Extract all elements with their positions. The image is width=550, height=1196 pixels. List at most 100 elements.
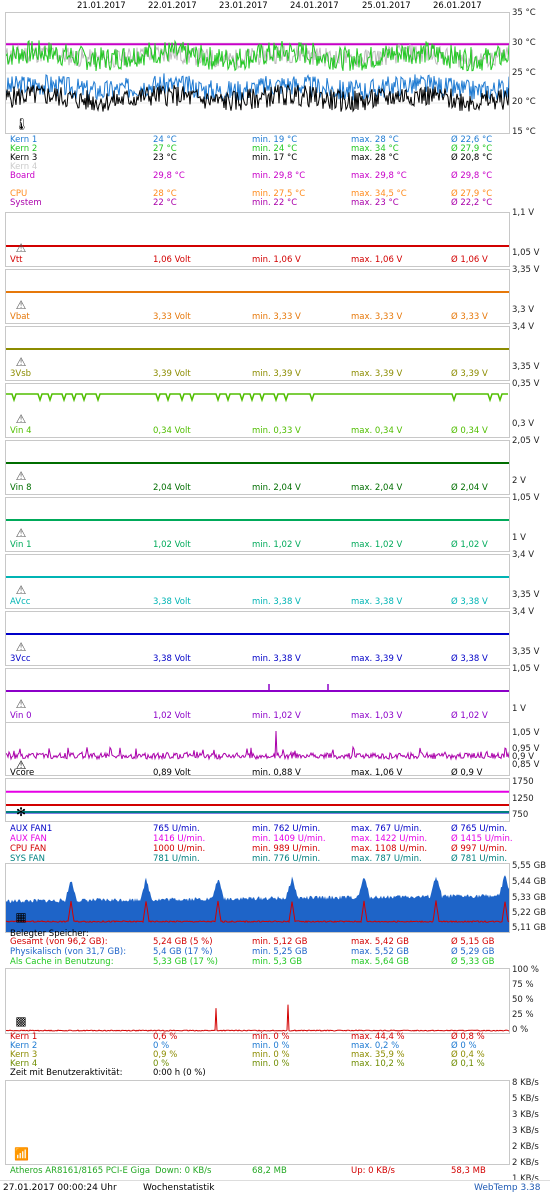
voltage-icon: ⚠: [15, 526, 27, 540]
fan-name: AUX FAN: [10, 834, 47, 844]
voltage-avg: Ø 1,06 V: [451, 255, 488, 265]
network-axis-label: 2 KB/s: [512, 1158, 539, 1168]
temp-axis-label: 20 °C: [512, 97, 536, 107]
memory-axis-label: 5,22 GB: [512, 908, 547, 918]
memory-chart: ▦: [5, 863, 510, 933]
voltage-avg: Ø 3,38 V: [451, 654, 488, 664]
cpu-axis-label: 75 %: [512, 980, 534, 990]
voltage-min: min. 3,38 V: [252, 597, 301, 607]
voltage-cur: 3,33 Volt: [153, 312, 191, 322]
voltage-cur: 1,02 Volt: [153, 540, 191, 550]
network-up-total: 58,3 MB: [451, 1166, 486, 1176]
voltage-cur: 3,39 Volt: [153, 369, 191, 379]
voltage-min: min. 1,06 V: [252, 255, 301, 265]
memory-avg: Ø 5,29 GB: [451, 947, 495, 957]
voltage-min: min. 0,33 V: [252, 426, 301, 436]
network-adapter: Atheros AR8161/8165 PCI-E Giga: [10, 1166, 151, 1176]
voltage-icon: ⚠: [15, 355, 27, 369]
fan-avg: Ø 765 U/min.: [451, 824, 508, 834]
voltage-name: 3Vcc: [10, 654, 31, 664]
voltage-max: max. 1,06 V: [351, 255, 403, 265]
memory-axis-label: 5,55 GB: [512, 861, 547, 871]
voltage-axis-label: 1 V: [512, 533, 526, 543]
network-down: Down: 0 KB/s: [155, 1166, 212, 1176]
temperature-chart: 🌡: [5, 12, 510, 134]
voltage-min: min. 1,02 V: [252, 711, 301, 721]
vcore-series-line: [6, 730, 509, 761]
vcore-avg: Ø 0,9 V: [451, 768, 483, 778]
fan-max: max. 1422 U/min.: [351, 834, 428, 844]
fan-axis-label: 1750: [512, 777, 534, 787]
voltage-cur: 2,04 Volt: [153, 483, 191, 493]
memory-min: min. 5,12 GB: [252, 937, 308, 947]
cpu-load-chart: ▩: [5, 968, 510, 1034]
voltage-min: min. 3,38 V: [252, 654, 301, 664]
voltage-axis-label: 1,05 V: [512, 248, 540, 258]
footer-timestamp: 27.01.2017 00:00:24 Uhr: [3, 1183, 117, 1193]
memory-cur: 5,33 GB (17 %): [153, 957, 218, 967]
fan-min: min. 1409 U/min.: [252, 834, 326, 844]
voltage-cur: 1,06 Volt: [153, 255, 191, 265]
memory-physical-area: [6, 875, 509, 932]
voltage-icon: ⚠: [15, 298, 27, 312]
memory-axis-label: 5,33 GB: [512, 893, 547, 903]
fan-min: min. 989 U/min.: [252, 844, 321, 854]
voltage-name: Vin 1: [10, 540, 32, 550]
memory-name: Gesamt (von 96,2 GB):: [10, 937, 108, 947]
temp-max: max. 28 °C: [351, 153, 399, 163]
webtemp-version-link[interactable]: WebTemp 3.38: [474, 1183, 541, 1193]
network-axis-label: 5 KB/s: [512, 1094, 539, 1104]
date-header: 21.01.2017 22.01.2017 23.01.2017 24.01.2…: [0, 0, 550, 12]
voltage-avg: Ø 3,38 V: [451, 597, 488, 607]
voltage-name: Vtt: [10, 255, 23, 265]
footer-bar: 27.01.2017 00:00:24 Uhr Wochenstatistik …: [0, 1180, 550, 1196]
temp-cur: 22 °C: [153, 198, 177, 208]
voltage-axis-label: 3,4 V: [512, 550, 535, 560]
memory-avg: Ø 5,33 GB: [451, 957, 495, 967]
voltage-max: max. 3,39 V: [351, 369, 403, 379]
network-up: Up: 0 KB/s: [351, 1166, 395, 1176]
voltage-cur: 3,38 Volt: [153, 597, 191, 607]
temp-avg: Ø 22,2 °C: [451, 198, 493, 208]
vcore-name: Vcore: [10, 768, 35, 778]
voltage-name: 3Vsb: [10, 369, 32, 379]
voltage-axis-label: 1 V: [512, 704, 526, 714]
voltage-series-line: [6, 393, 508, 403]
temp-name: System: [10, 198, 42, 208]
network-antenna-icon: 📶: [14, 1147, 29, 1161]
memory-axis-label: 5,44 GB: [512, 877, 547, 887]
voltage-min: min. 1,02 V: [252, 540, 301, 550]
temp-min: min. 29,8 °C: [252, 171, 306, 181]
voltage-max: max. 1,02 V: [351, 540, 403, 550]
voltage-axis-label: 0,35 V: [512, 379, 540, 389]
voltage-axis-label: 1,1 V: [512, 208, 535, 218]
cpu-axis-label: 100 %: [512, 965, 540, 975]
cpu-kern1-line: [6, 1004, 509, 1032]
fan-axis-label: 1250: [512, 794, 534, 804]
voltage-name: Vbat: [10, 312, 30, 322]
memory-name: Physikalisch (von 31,7 GB):: [10, 947, 127, 957]
voltage-axis-label: 0,3 V: [512, 419, 535, 429]
fan-icon: ✻: [15, 805, 27, 819]
voltage-axis-label: 2 V: [512, 476, 526, 486]
voltage-avg: Ø 1,02 V: [451, 540, 488, 550]
temp-axis-label: 30 °C: [512, 38, 536, 48]
fan-min: min. 762 U/min.: [252, 824, 321, 834]
footer-period-label: Wochenstatistik: [143, 1183, 215, 1193]
thermometer-icon: 🌡: [14, 117, 30, 131]
network-axis-label: 3 KB/s: [512, 1126, 539, 1136]
voltage-axis-label: 3,35 V: [512, 647, 540, 657]
cpu-chip-icon: ▩: [15, 1014, 27, 1028]
fan-axis-label: 750: [512, 810, 529, 820]
voltage-axis-label: 2,05 V: [512, 436, 540, 446]
temp-axis-label: 35 °C: [512, 8, 536, 18]
date-label: 25.01.2017: [362, 1, 411, 11]
temp-avg: Ø 20,8 °C: [451, 153, 493, 163]
voltage-name: AVcc: [10, 597, 31, 607]
date-label: 26.01.2017: [433, 1, 482, 11]
voltage-cur: 1,02 Volt: [153, 711, 191, 721]
memory-max: max. 5,64 GB: [351, 957, 409, 967]
network-axis-label: 3 KB/s: [512, 1110, 539, 1120]
voltage-icon: ⚠: [15, 583, 27, 597]
fan-name: CPU FAN: [10, 844, 47, 854]
